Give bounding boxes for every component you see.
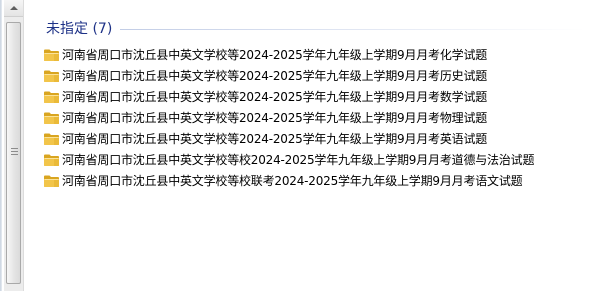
list-item[interactable]: 河南省周口市沈丘县中英文学校等校联考2024-2025学年九年级上学期9月月考语…	[43, 170, 586, 191]
list-item[interactable]: 河南省周口市沈丘县中英文学校等校2024-2025学年九年级上学期9月月考道德与…	[43, 149, 586, 170]
vertical-scrollbar[interactable]	[4, 0, 24, 291]
list-item[interactable]: 河南省周口市沈丘县中英文学校等2024-2025学年九年级上学期9月月考英语试题	[43, 128, 586, 149]
file-name: 河南省周口市沈丘县中英文学校等2024-2025学年九年级上学期9月月考物理试题	[62, 111, 488, 125]
window-left-edge	[0, 0, 2, 291]
folder-icon	[44, 175, 59, 187]
file-name: 河南省周口市沈丘县中英文学校等2024-2025学年九年级上学期9月月考历史试题	[62, 69, 488, 83]
file-name: 河南省周口市沈丘县中英文学校等校2024-2025学年九年级上学期9月月考道德与…	[62, 153, 535, 167]
scroll-up-button[interactable]	[4, 0, 23, 17]
file-name: 河南省周口市沈丘县中英文学校等校联考2024-2025学年九年级上学期9月月考语…	[62, 174, 523, 188]
folder-icon	[44, 133, 59, 145]
scroll-thumb[interactable]	[6, 22, 21, 284]
file-name: 河南省周口市沈丘县中英文学校等2024-2025学年九年级上学期9月月考化学试题	[62, 48, 488, 62]
group-divider	[120, 28, 586, 30]
folder-icon	[44, 154, 59, 166]
list-item[interactable]: 河南省周口市沈丘县中英文学校等2024-2025学年九年级上学期9月月考物理试题	[43, 107, 586, 128]
file-list: 河南省周口市沈丘县中英文学校等2024-2025学年九年级上学期9月月考化学试题…	[43, 44, 586, 191]
file-group: 未指定 (7) 河南省周口市沈丘县中英文学校等2024-2025学年九年级上学期…	[43, 18, 586, 191]
scroll-grip-icon	[11, 148, 18, 157]
file-name: 河南省周口市沈丘县中英文学校等2024-2025学年九年级上学期9月月考英语试题	[62, 132, 488, 146]
group-title[interactable]: 未指定 (7)	[46, 18, 112, 38]
folder-icon	[44, 91, 59, 103]
folder-icon	[44, 70, 59, 82]
list-item[interactable]: 河南省周口市沈丘县中英文学校等2024-2025学年九年级上学期9月月考历史试题	[43, 65, 586, 86]
list-item[interactable]: 河南省周口市沈丘县中英文学校等2024-2025学年九年级上学期9月月考数学试题	[43, 86, 586, 107]
folder-icon	[44, 112, 59, 124]
folder-icon	[44, 49, 59, 61]
list-item[interactable]: 河南省周口市沈丘县中英文学校等2024-2025学年九年级上学期9月月考化学试题	[43, 44, 586, 65]
group-header[interactable]: 未指定 (7)	[46, 18, 586, 38]
file-name: 河南省周口市沈丘县中英文学校等2024-2025学年九年级上学期9月月考数学试题	[62, 90, 488, 104]
